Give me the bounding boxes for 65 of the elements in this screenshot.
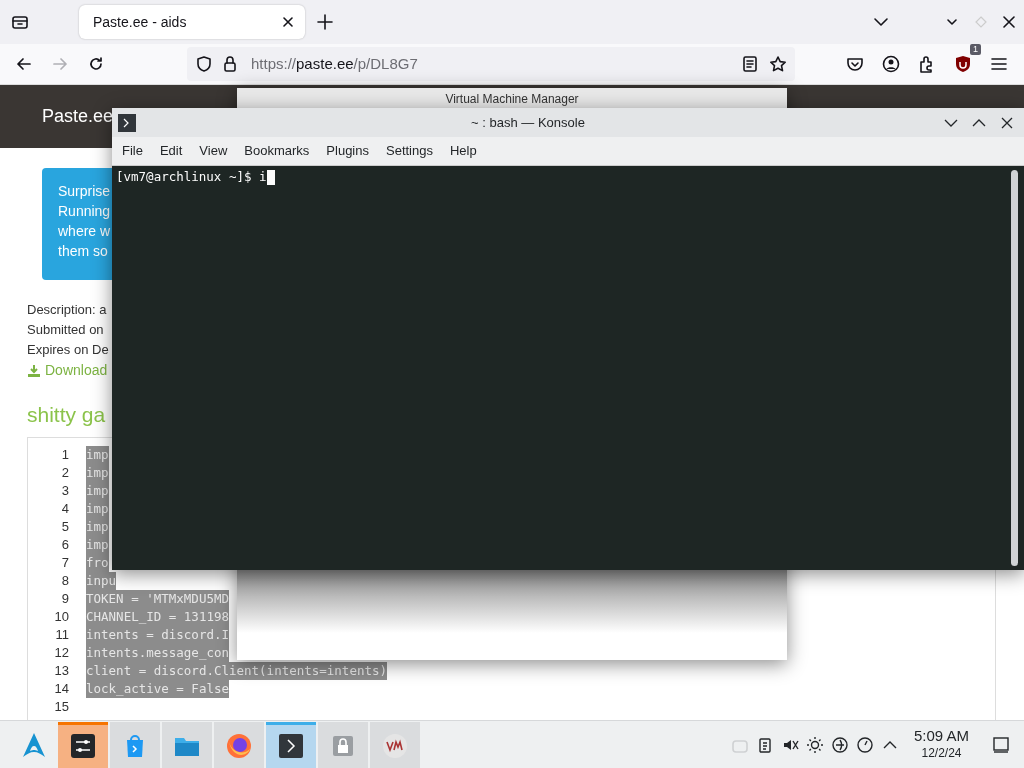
paste-info-text: Submitted on bbox=[27, 321, 105, 339]
alert-text: where w bbox=[58, 222, 112, 241]
lock-icon[interactable] bbox=[221, 55, 239, 73]
alert-text: Surprise bbox=[58, 182, 112, 201]
line-number: 9 bbox=[60, 590, 69, 609]
line-number: 14 bbox=[53, 680, 69, 699]
menu-item[interactable]: Bookmarks bbox=[237, 141, 317, 161]
window-title: Virtual Machine Manager bbox=[445, 91, 579, 108]
account-icon bbox=[881, 54, 901, 74]
paste-info-text: Expires on De bbox=[27, 341, 109, 359]
line-number: 13 bbox=[53, 662, 69, 681]
line-number: 6 bbox=[60, 536, 69, 555]
line-number: 5 bbox=[60, 518, 69, 537]
line-number: 2 bbox=[60, 464, 69, 483]
typed-command: i bbox=[259, 168, 267, 186]
notification-badge: 1 bbox=[970, 44, 981, 55]
fox-globe-icon bbox=[225, 732, 253, 760]
download-icon bbox=[27, 363, 41, 378]
sliders-icon bbox=[69, 732, 97, 760]
taskbar-app-button[interactable] bbox=[266, 721, 316, 768]
line-number: 8 bbox=[60, 572, 69, 591]
taskbar-app-button[interactable] bbox=[58, 721, 108, 768]
menu-item[interactable]: Plugins bbox=[319, 141, 376, 161]
shield-icon[interactable] bbox=[195, 55, 213, 73]
paste-title: shitty ga bbox=[27, 401, 107, 428]
url-text[interactable]: https://paste.ee/p/DL8G7 bbox=[251, 52, 741, 76]
line-number: 1 bbox=[60, 446, 69, 465]
minimize-icon[interactable] bbox=[946, 16, 958, 28]
alert-text: them so bbox=[58, 242, 109, 261]
paste-info-text: Description: a bbox=[27, 301, 108, 319]
new-tab-icon[interactable] bbox=[317, 14, 333, 30]
terminal-icon bbox=[277, 732, 305, 760]
brightness-icon[interactable] bbox=[805, 735, 824, 754]
reader-view-icon[interactable] bbox=[741, 55, 759, 73]
menu-item[interactable]: View bbox=[192, 141, 235, 161]
terminal-icon bbox=[118, 113, 136, 132]
scrollbar[interactable] bbox=[1011, 170, 1018, 566]
vm-icon bbox=[381, 732, 409, 760]
menu-item[interactable]: Edit bbox=[152, 141, 190, 161]
menu-item[interactable]: Help bbox=[442, 141, 484, 161]
close-icon[interactable] bbox=[281, 15, 295, 29]
line-number: 11 bbox=[54, 626, 69, 645]
line-number: 4 bbox=[60, 500, 69, 519]
menu-item[interactable]: Settings bbox=[379, 141, 440, 161]
text-cursor bbox=[266, 169, 275, 185]
clock-time[interactable]: 5:09 AM bbox=[913, 727, 969, 744]
clock-date[interactable]: 12/2/24 bbox=[913, 743, 969, 762]
address-bar[interactable]: https://paste.ee/p/DL8G7 bbox=[187, 47, 795, 81]
shield-icon bbox=[953, 54, 973, 74]
menu-item[interactable]: File bbox=[115, 141, 150, 161]
line-number: 10 bbox=[53, 608, 69, 627]
gauge-icon[interactable] bbox=[855, 735, 874, 754]
line-number: 3 bbox=[60, 482, 69, 501]
alert-text: Running bbox=[58, 202, 112, 221]
close-icon[interactable] bbox=[1000, 115, 1014, 130]
line-number: 15 bbox=[53, 698, 69, 717]
shell-prompt: [vm7@archlinux ~]$ bbox=[116, 168, 253, 186]
site-logo-text[interactable]: Paste.ee bbox=[42, 103, 114, 130]
browser-tab[interactable]: Paste.ee - aids bbox=[79, 5, 305, 39]
line-number: 7 bbox=[60, 554, 69, 573]
show-desktop-icon[interactable] bbox=[992, 735, 1010, 754]
line-number: 12 bbox=[53, 644, 69, 663]
window-title: ~ : bash — Konsole bbox=[470, 113, 586, 132]
star-icon[interactable] bbox=[769, 55, 787, 73]
close-icon[interactable] bbox=[1003, 16, 1015, 28]
